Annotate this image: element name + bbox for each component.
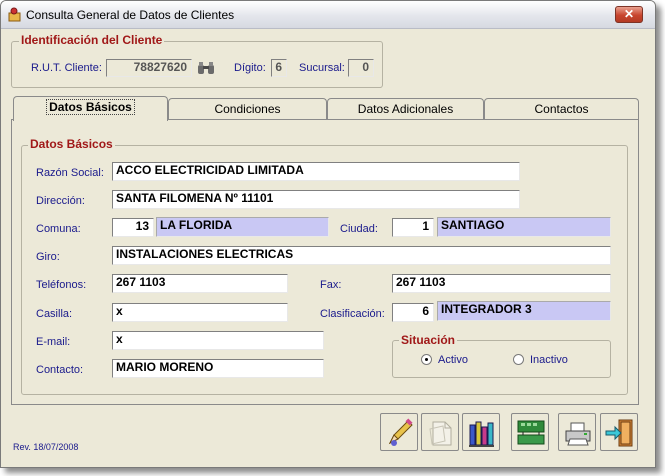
situacion-legend: Situación — [399, 333, 458, 347]
title-bar: Consulta General de Datos de Clientes ✕ — [1, 1, 655, 29]
telefonos-field[interactable]: 267 1103 — [112, 274, 288, 293]
rut-field[interactable]: 78827620 — [106, 59, 192, 77]
inactivo-label[interactable]: Inactivo — [530, 354, 568, 366]
activo-radio[interactable] — [421, 354, 432, 365]
casilla-field[interactable]: x — [112, 303, 288, 322]
tab-contactos[interactable]: Contactos — [484, 98, 639, 120]
document-disabled-icon — [429, 421, 452, 446]
exit-button[interactable] — [600, 413, 638, 451]
close-button[interactable]: ✕ — [615, 6, 643, 23]
tab-datos-adicionales[interactable]: Datos Adicionales — [327, 98, 484, 120]
inactivo-radio[interactable] — [513, 354, 524, 365]
digito-field[interactable]: 6 — [271, 59, 287, 77]
network-icon — [517, 420, 545, 445]
revision-label: Rev. 18/07/2008 — [13, 442, 79, 452]
clasificacion-label: Clasificación: — [320, 308, 385, 320]
email-field[interactable]: x — [112, 331, 324, 350]
direccion-label: Dirección: — [36, 195, 85, 207]
client-identification-legend: Identificación del Cliente — [19, 33, 165, 47]
document-button — [421, 413, 459, 451]
fax-field[interactable]: 267 1103 — [392, 274, 611, 293]
ciudad-code-field[interactable]: 1 — [392, 218, 434, 237]
comuna-name-field: LA FLORIDA — [156, 217, 329, 237]
tab-condiciones-label: Condiciones — [214, 102, 281, 116]
fax-label: Fax: — [320, 279, 342, 291]
email-label: E-mail: — [36, 336, 71, 348]
print-button[interactable] — [558, 413, 596, 451]
network-button[interactable] — [511, 413, 549, 451]
sucursal-field[interactable]: 0 — [348, 59, 374, 77]
printer-icon — [565, 422, 591, 446]
digito-label: Dígito: — [234, 62, 266, 74]
main-window: Consulta General de Datos de Clientes ✕ … — [0, 0, 656, 468]
books-icon — [469, 421, 494, 447]
razon-social-label: Razón Social: — [36, 167, 104, 179]
contacto-label: Contacto: — [36, 364, 84, 376]
ciudad-label: Ciudad: — [340, 223, 378, 235]
casilla-label: Casilla: — [36, 308, 73, 320]
comuna-code-field[interactable]: 13 — [112, 218, 154, 237]
razon-social-field[interactable]: ACCO ELECTRICIDAD LIMITADA — [112, 162, 520, 181]
tab-condiciones[interactable]: Condiciones — [168, 98, 327, 120]
activo-label[interactable]: Activo — [438, 354, 468, 366]
reports-button[interactable] — [462, 413, 500, 451]
app-icon — [8, 7, 21, 22]
giro-label: Giro: — [36, 251, 60, 263]
comuna-label: Comuna: — [36, 223, 81, 235]
clasificacion-code-field[interactable]: 6 — [392, 303, 434, 322]
rut-label: R.U.T. Cliente: — [31, 62, 102, 74]
giro-field[interactable]: INSTALACIONES ELECTRICAS — [112, 246, 611, 265]
window-title: Consulta General de Datos de Clientes — [26, 8, 235, 22]
telefonos-label: Teléfonos: — [36, 279, 87, 291]
tab-datos-adicionales-label: Datos Adicionales — [357, 102, 454, 116]
sucursal-label: Sucursal: — [299, 62, 345, 74]
direccion-field[interactable]: SANTA FILOMENA Nº 11101 — [112, 190, 520, 209]
exit-door-icon — [605, 419, 633, 447]
basic-data-legend: Datos Básicos — [28, 137, 115, 151]
edit-button[interactable] — [380, 413, 418, 451]
edit-pencil-icon — [388, 418, 413, 446]
ciudad-name-field: SANTIAGO — [437, 217, 611, 237]
contacto-field[interactable]: MARIO MORENO — [112, 359, 324, 378]
binoculars-icon — [198, 62, 214, 74]
tab-contactos-label: Contactos — [534, 102, 589, 116]
tab-datos-basicos-label: Datos Básicos — [46, 99, 135, 115]
close-icon: ✕ — [623, 7, 635, 21]
clasificacion-name-field: INTEGRADOR 3 — [437, 301, 611, 321]
tab-datos-basicos[interactable]: Datos Básicos — [13, 96, 168, 121]
search-binoculars-button[interactable] — [196, 59, 216, 77]
